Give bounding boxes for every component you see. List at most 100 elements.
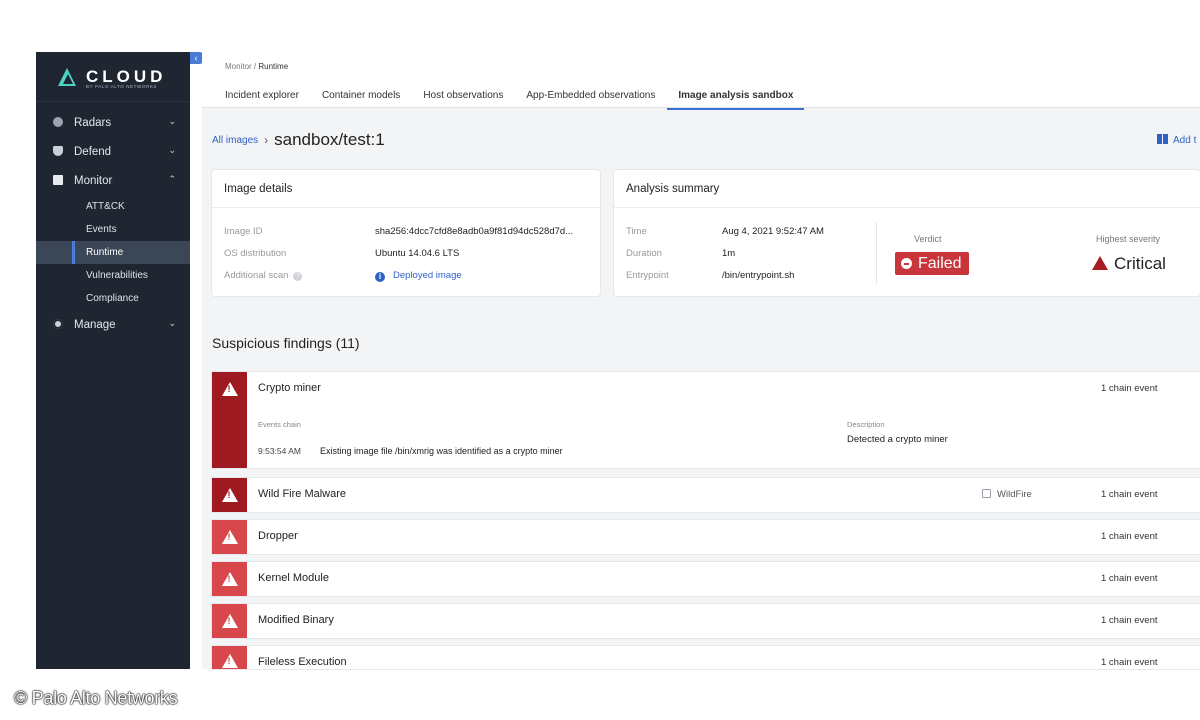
wildfire-icon: [982, 489, 991, 498]
sidebar-item-manage[interactable]: Manage ⌄: [36, 310, 190, 339]
sidebar-subitem-events[interactable]: Events: [36, 218, 190, 241]
top-bar: Monitor / Runtime Incident explorer Cont…: [202, 52, 1200, 110]
add-button-label: Add t: [1173, 135, 1197, 146]
grid-add-icon: [1157, 134, 1168, 144]
sidebar-item-defend[interactable]: Defend ⌄: [36, 137, 190, 166]
card-heading: Image details: [212, 170, 600, 208]
duration-label: Duration: [626, 248, 662, 259]
severity-strip: [212, 406, 247, 468]
event-time: 9:53:54 AM: [258, 446, 302, 456]
shield-icon: [53, 146, 63, 156]
image-id-value: sha256:4dcc7cfd8e8adb0a9f81d94dc528d7d..…: [375, 226, 574, 237]
warning-triangle-icon: [221, 530, 238, 544]
finding-name: Modified Binary: [258, 614, 334, 626]
description-label: Description: [847, 420, 885, 429]
breadcrumb: Monitor / Runtime: [225, 62, 288, 71]
image-id-label: Image ID: [224, 226, 263, 237]
sidebar-item-label: Radars: [74, 116, 112, 129]
tab-bar: Incident explorer Container models Host …: [225, 90, 827, 110]
tab-incident-explorer[interactable]: Incident explorer: [225, 90, 299, 110]
chevron-up-icon: ⌃: [168, 174, 176, 184]
sidebar-subitem-attck[interactable]: ATT&CK: [36, 195, 190, 218]
help-icon[interactable]: ?: [293, 272, 303, 281]
entrypoint-label: Entrypoint: [626, 270, 669, 281]
tab-image-analysis-sandbox[interactable]: Image analysis sandbox: [667, 90, 805, 110]
finding-name: Dropper: [258, 530, 298, 542]
add-widget-button[interactable]: Add t: [1157, 134, 1196, 146]
sidebar-item-label: Defend: [74, 145, 112, 158]
finding-row-dropper[interactable]: Dropper 1 chain event: [212, 520, 1200, 554]
warning-triangle-icon: [221, 572, 238, 586]
tab-host-observations[interactable]: Host observations: [423, 90, 503, 110]
finding-name: Wild Fire Malware: [258, 488, 347, 500]
minus-circle-icon: [901, 258, 912, 269]
logo-icon: [58, 66, 78, 88]
deployed-image-link[interactable]: i Deployed image: [375, 270, 462, 282]
warning-triangle-icon: [221, 488, 238, 502]
page-title: sandbox/test:1: [274, 130, 385, 149]
chain-event-count: 1 chain event: [1101, 531, 1158, 542]
additional-scan-label: Additional scan?: [224, 270, 303, 281]
title-row: All images › sandbox/test:1: [212, 130, 385, 150]
wildfire-tag: WildFire: [982, 489, 1032, 500]
collapse-sidebar-button[interactable]: ‹: [190, 52, 202, 64]
breadcrumb-parent[interactable]: Monitor: [225, 62, 252, 71]
severity-indicator: [212, 604, 247, 638]
chain-event-count: 1 chain event: [1101, 489, 1158, 500]
card-heading: Analysis summary: [614, 170, 1200, 208]
logo-text: CLOUD: [86, 66, 167, 86]
severity-indicator: [212, 372, 247, 406]
tab-container-models[interactable]: Container models: [322, 90, 400, 110]
chain-event-count: 1 chain event: [1101, 573, 1158, 584]
tab-app-embedded-observations[interactable]: App-Embedded observations: [526, 90, 655, 110]
copyright-watermark: © Palo Alto Networks: [14, 688, 178, 708]
entrypoint-value: /bin/entrypoint.sh: [722, 270, 795, 281]
finding-row-fileless-execution[interactable]: Fileless Execution 1 chain event: [212, 646, 1200, 669]
highest-severity-value: Critical: [1092, 254, 1166, 274]
sidebar-item-radars[interactable]: Radars ⌄: [36, 108, 190, 137]
verdict-label: Verdict: [914, 234, 942, 244]
time-label: Time: [626, 226, 647, 237]
duration-value: 1m: [722, 248, 736, 259]
description-text: Detected a crypto miner: [847, 434, 948, 445]
chain-event-count: 1 chain event: [1101, 383, 1158, 394]
gear-icon: [53, 319, 63, 329]
finding-name: Kernel Module: [258, 572, 329, 584]
sidebar-item-label: Monitor: [74, 174, 113, 187]
chain-event-count: 1 chain event: [1101, 615, 1158, 626]
divider: [876, 222, 877, 284]
all-images-link[interactable]: All images: [212, 135, 258, 146]
verdict-value: Failed: [918, 255, 962, 272]
breadcrumb-current: Runtime: [258, 62, 289, 71]
severity-indicator: [212, 478, 247, 512]
warning-triangle-icon: [221, 654, 238, 668]
sidebar-item-monitor[interactable]: Monitor ⌃: [36, 166, 190, 195]
warning-triangle-icon: [221, 382, 238, 396]
info-icon: i: [375, 272, 385, 282]
events-chain-label: Events chain: [258, 420, 301, 429]
screenshot-frame: CLOUD BY PALO ALTO NETWORKS Radars ⌄ Def…: [0, 0, 1200, 720]
finding-row-wildfire-malware[interactable]: Wild Fire Malware WildFire 1 chain event: [212, 478, 1200, 512]
chevron-down-icon: ⌄: [168, 318, 176, 328]
finding-row-modified-binary[interactable]: Modified Binary 1 chain event: [212, 604, 1200, 638]
os-distribution-value: Ubuntu 14.04.6 LTS: [375, 248, 460, 259]
severity-indicator: [212, 562, 247, 596]
event-text: Existing image file /bin/xmrig was ident…: [320, 446, 563, 456]
finding-row-kernel-module[interactable]: Kernel Module 1 chain event: [212, 562, 1200, 596]
sidebar: CLOUD BY PALO ALTO NETWORKS Radars ⌄ Def…: [36, 52, 190, 669]
severity-indicator: [212, 646, 247, 669]
sidebar-subitem-compliance[interactable]: Compliance: [36, 287, 190, 310]
suspicious-findings-title: Suspicious findings (11): [212, 335, 360, 351]
image-details-card: Image details Image ID sha256:4dcc7cfd8e…: [212, 170, 600, 296]
highest-severity-label: Highest severity: [1096, 234, 1161, 244]
sidebar-subitem-vulnerabilities[interactable]: Vulnerabilities: [36, 264, 190, 287]
main-content: Monitor / Runtime Incident explorer Cont…: [202, 52, 1200, 669]
sidebar-subitem-runtime[interactable]: Runtime: [36, 241, 190, 264]
os-distribution-label: OS distribution: [224, 248, 287, 259]
finding-row-crypto-miner[interactable]: Crypto miner 1 chain event Events chain …: [212, 372, 1200, 468]
finding-name: Crypto miner: [258, 382, 321, 394]
brand-logo[interactable]: CLOUD BY PALO ALTO NETWORKS: [36, 52, 190, 102]
finding-name: Fileless Execution: [258, 656, 347, 668]
verdict-failed-badge: Failed: [895, 252, 969, 275]
monitor-icon: [53, 175, 63, 185]
